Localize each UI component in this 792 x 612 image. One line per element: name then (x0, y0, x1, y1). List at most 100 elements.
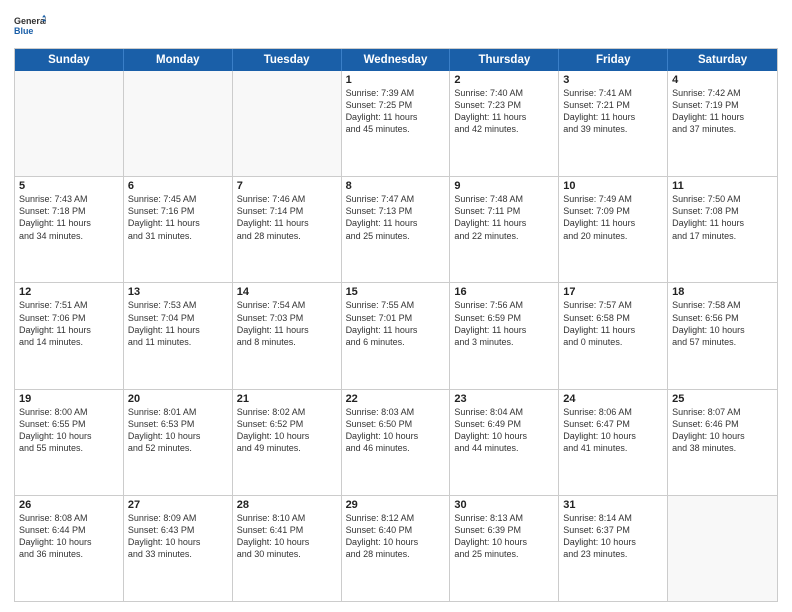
svg-text:Blue: Blue (14, 26, 33, 36)
page: General Blue SundayMondayTuesdayWednesda… (0, 0, 792, 612)
day-info: Sunrise: 7:43 AM Sunset: 7:18 PM Dayligh… (19, 193, 119, 242)
day-info: Sunrise: 8:09 AM Sunset: 6:43 PM Dayligh… (128, 512, 228, 561)
day-number: 29 (346, 499, 446, 511)
day-number: 12 (19, 286, 119, 298)
day-number: 16 (454, 286, 554, 298)
day-info: Sunrise: 8:14 AM Sunset: 6:37 PM Dayligh… (563, 512, 663, 561)
day-info: Sunrise: 7:49 AM Sunset: 7:09 PM Dayligh… (563, 193, 663, 242)
day-number: 21 (237, 393, 337, 405)
day-info: Sunrise: 7:55 AM Sunset: 7:01 PM Dayligh… (346, 299, 446, 348)
day-info: Sunrise: 7:42 AM Sunset: 7:19 PM Dayligh… (672, 87, 773, 136)
cal-cell: 12Sunrise: 7:51 AM Sunset: 7:06 PM Dayli… (15, 283, 124, 388)
day-info: Sunrise: 7:41 AM Sunset: 7:21 PM Dayligh… (563, 87, 663, 136)
cal-cell (668, 496, 777, 601)
day-info: Sunrise: 7:47 AM Sunset: 7:13 PM Dayligh… (346, 193, 446, 242)
cal-cell (124, 71, 233, 176)
cal-cell: 2Sunrise: 7:40 AM Sunset: 7:23 PM Daylig… (450, 71, 559, 176)
day-info: Sunrise: 8:04 AM Sunset: 6:49 PM Dayligh… (454, 406, 554, 455)
day-info: Sunrise: 7:54 AM Sunset: 7:03 PM Dayligh… (237, 299, 337, 348)
cal-cell: 17Sunrise: 7:57 AM Sunset: 6:58 PM Dayli… (559, 283, 668, 388)
day-info: Sunrise: 7:57 AM Sunset: 6:58 PM Dayligh… (563, 299, 663, 348)
cal-week-1: 5Sunrise: 7:43 AM Sunset: 7:18 PM Daylig… (15, 176, 777, 282)
day-info: Sunrise: 8:00 AM Sunset: 6:55 PM Dayligh… (19, 406, 119, 455)
cal-cell: 30Sunrise: 8:13 AM Sunset: 6:39 PM Dayli… (450, 496, 559, 601)
day-number: 27 (128, 499, 228, 511)
day-info: Sunrise: 7:39 AM Sunset: 7:25 PM Dayligh… (346, 87, 446, 136)
day-number: 18 (672, 286, 773, 298)
day-info: Sunrise: 7:50 AM Sunset: 7:08 PM Dayligh… (672, 193, 773, 242)
cal-cell: 18Sunrise: 7:58 AM Sunset: 6:56 PM Dayli… (668, 283, 777, 388)
day-info: Sunrise: 8:03 AM Sunset: 6:50 PM Dayligh… (346, 406, 446, 455)
cal-cell: 24Sunrise: 8:06 AM Sunset: 6:47 PM Dayli… (559, 390, 668, 495)
day-number: 28 (237, 499, 337, 511)
day-number: 24 (563, 393, 663, 405)
day-number: 20 (128, 393, 228, 405)
day-number: 19 (19, 393, 119, 405)
day-info: Sunrise: 8:01 AM Sunset: 6:53 PM Dayligh… (128, 406, 228, 455)
day-info: Sunrise: 7:53 AM Sunset: 7:04 PM Dayligh… (128, 299, 228, 348)
cal-cell: 6Sunrise: 7:45 AM Sunset: 7:16 PM Daylig… (124, 177, 233, 282)
svg-text:General: General (14, 16, 46, 26)
header: General Blue (14, 10, 778, 42)
day-number: 13 (128, 286, 228, 298)
cal-cell: 8Sunrise: 7:47 AM Sunset: 7:13 PM Daylig… (342, 177, 451, 282)
cal-header-saturday: Saturday (668, 49, 777, 71)
day-info: Sunrise: 7:51 AM Sunset: 7:06 PM Dayligh… (19, 299, 119, 348)
cal-cell (15, 71, 124, 176)
day-number: 17 (563, 286, 663, 298)
day-number: 11 (672, 180, 773, 192)
day-number: 2 (454, 74, 554, 86)
day-number: 6 (128, 180, 228, 192)
cal-cell (233, 71, 342, 176)
cal-cell: 27Sunrise: 8:09 AM Sunset: 6:43 PM Dayli… (124, 496, 233, 601)
day-info: Sunrise: 7:58 AM Sunset: 6:56 PM Dayligh… (672, 299, 773, 348)
day-info: Sunrise: 7:48 AM Sunset: 7:11 PM Dayligh… (454, 193, 554, 242)
day-number: 7 (237, 180, 337, 192)
calendar-header-row: SundayMondayTuesdayWednesdayThursdayFrid… (15, 49, 777, 71)
cal-cell: 5Sunrise: 7:43 AM Sunset: 7:18 PM Daylig… (15, 177, 124, 282)
day-info: Sunrise: 8:10 AM Sunset: 6:41 PM Dayligh… (237, 512, 337, 561)
cal-cell: 28Sunrise: 8:10 AM Sunset: 6:41 PM Dayli… (233, 496, 342, 601)
cal-header-friday: Friday (559, 49, 668, 71)
day-number: 8 (346, 180, 446, 192)
day-number: 4 (672, 74, 773, 86)
day-number: 10 (563, 180, 663, 192)
day-info: Sunrise: 8:12 AM Sunset: 6:40 PM Dayligh… (346, 512, 446, 561)
cal-cell: 4Sunrise: 7:42 AM Sunset: 7:19 PM Daylig… (668, 71, 777, 176)
day-info: Sunrise: 8:02 AM Sunset: 6:52 PM Dayligh… (237, 406, 337, 455)
cal-cell: 19Sunrise: 8:00 AM Sunset: 6:55 PM Dayli… (15, 390, 124, 495)
cal-cell: 7Sunrise: 7:46 AM Sunset: 7:14 PM Daylig… (233, 177, 342, 282)
day-number: 31 (563, 499, 663, 511)
cal-cell: 21Sunrise: 8:02 AM Sunset: 6:52 PM Dayli… (233, 390, 342, 495)
day-info: Sunrise: 8:06 AM Sunset: 6:47 PM Dayligh… (563, 406, 663, 455)
cal-cell: 23Sunrise: 8:04 AM Sunset: 6:49 PM Dayli… (450, 390, 559, 495)
cal-cell: 31Sunrise: 8:14 AM Sunset: 6:37 PM Dayli… (559, 496, 668, 601)
day-info: Sunrise: 7:56 AM Sunset: 6:59 PM Dayligh… (454, 299, 554, 348)
cal-week-2: 12Sunrise: 7:51 AM Sunset: 7:06 PM Dayli… (15, 282, 777, 388)
cal-header-wednesday: Wednesday (342, 49, 451, 71)
day-number: 9 (454, 180, 554, 192)
day-info: Sunrise: 8:07 AM Sunset: 6:46 PM Dayligh… (672, 406, 773, 455)
cal-week-3: 19Sunrise: 8:00 AM Sunset: 6:55 PM Dayli… (15, 389, 777, 495)
cal-cell: 29Sunrise: 8:12 AM Sunset: 6:40 PM Dayli… (342, 496, 451, 601)
logo: General Blue (14, 10, 46, 42)
calendar-body: 1Sunrise: 7:39 AM Sunset: 7:25 PM Daylig… (15, 71, 777, 601)
day-number: 26 (19, 499, 119, 511)
day-number: 5 (19, 180, 119, 192)
cal-cell: 11Sunrise: 7:50 AM Sunset: 7:08 PM Dayli… (668, 177, 777, 282)
cal-cell: 15Sunrise: 7:55 AM Sunset: 7:01 PM Dayli… (342, 283, 451, 388)
cal-cell: 14Sunrise: 7:54 AM Sunset: 7:03 PM Dayli… (233, 283, 342, 388)
day-number: 30 (454, 499, 554, 511)
cal-cell: 10Sunrise: 7:49 AM Sunset: 7:09 PM Dayli… (559, 177, 668, 282)
day-number: 23 (454, 393, 554, 405)
cal-cell: 9Sunrise: 7:48 AM Sunset: 7:11 PM Daylig… (450, 177, 559, 282)
cal-cell: 16Sunrise: 7:56 AM Sunset: 6:59 PM Dayli… (450, 283, 559, 388)
day-number: 15 (346, 286, 446, 298)
day-number: 1 (346, 74, 446, 86)
day-number: 22 (346, 393, 446, 405)
day-info: Sunrise: 7:45 AM Sunset: 7:16 PM Dayligh… (128, 193, 228, 242)
cal-week-4: 26Sunrise: 8:08 AM Sunset: 6:44 PM Dayli… (15, 495, 777, 601)
cal-cell: 20Sunrise: 8:01 AM Sunset: 6:53 PM Dayli… (124, 390, 233, 495)
logo-svg: General Blue (14, 10, 46, 42)
cal-cell: 26Sunrise: 8:08 AM Sunset: 6:44 PM Dayli… (15, 496, 124, 601)
